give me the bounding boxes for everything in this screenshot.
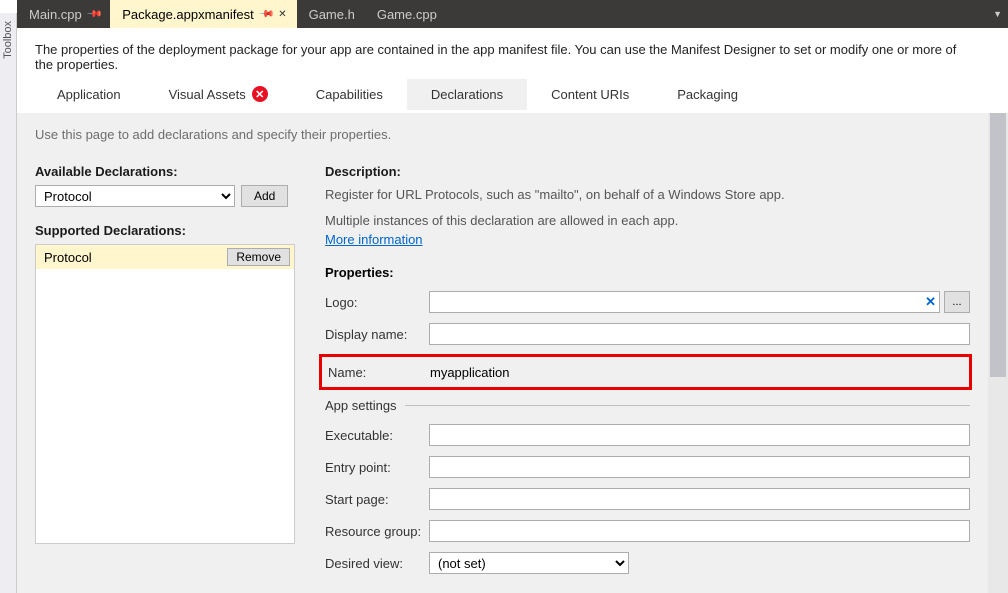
manifest-tab-declarations[interactable]: Declarations bbox=[407, 79, 527, 110]
toolbox-label: Toolbox bbox=[2, 21, 14, 59]
display-name-label: Display name: bbox=[325, 327, 429, 342]
name-label: Name: bbox=[328, 365, 426, 380]
divider-line bbox=[405, 405, 970, 406]
resource-group-label: Resource group: bbox=[325, 524, 429, 539]
supported-declarations-list: Protocol Remove bbox=[35, 244, 295, 544]
scrollbar-thumb[interactable] bbox=[990, 113, 1006, 377]
pin-icon: 📌 bbox=[258, 6, 275, 23]
properties-heading: Properties: bbox=[325, 265, 970, 280]
description-heading: Description: bbox=[325, 164, 970, 179]
manifest-tab-packaging[interactable]: Packaging bbox=[653, 79, 762, 110]
manifest-tab-capabilities[interactable]: Capabilities bbox=[292, 79, 407, 110]
close-icon[interactable]: ✕ bbox=[278, 9, 286, 20]
declarations-page: Use this page to add declarations and sp… bbox=[17, 113, 988, 593]
tab-package-appxmanifest[interactable]: Package.appxmanifest 📌 ✕ bbox=[110, 0, 296, 28]
manifest-tab-application[interactable]: Application bbox=[33, 79, 145, 110]
description-line1: Register for URL Protocols, such as "mai… bbox=[325, 185, 970, 205]
start-page-input[interactable] bbox=[429, 488, 970, 510]
tab-label: Game.h bbox=[309, 7, 355, 22]
page-intro-text: Use this page to add declarations and sp… bbox=[35, 127, 970, 142]
manifest-tab-content-uris[interactable]: Content URIs bbox=[527, 79, 653, 110]
manifest-tab-label: Content URIs bbox=[551, 87, 629, 102]
supported-declarations-heading: Supported Declarations: bbox=[35, 223, 295, 238]
manifest-tab-visual-assets[interactable]: Visual Assets ✕ bbox=[145, 78, 292, 110]
manifest-tab-label: Packaging bbox=[677, 87, 738, 102]
resource-group-input[interactable] bbox=[429, 520, 970, 542]
tab-label: Package.appxmanifest bbox=[122, 7, 254, 22]
manifest-tab-label: Capabilities bbox=[316, 87, 383, 102]
tab-main-cpp[interactable]: Main.cpp 📌 bbox=[17, 0, 110, 28]
browse-button[interactable]: ... bbox=[944, 291, 970, 313]
name-input[interactable] bbox=[426, 361, 967, 383]
tab-game-cpp[interactable]: Game.cpp bbox=[365, 0, 447, 28]
error-icon: ✕ bbox=[252, 86, 268, 102]
tab-game-h[interactable]: Game.h bbox=[297, 0, 365, 28]
desired-view-dropdown[interactable]: (not set) bbox=[429, 552, 629, 574]
manifest-tab-label: Visual Assets bbox=[169, 87, 246, 102]
entry-point-label: Entry point: bbox=[325, 460, 429, 475]
add-button[interactable]: Add bbox=[241, 185, 288, 207]
vertical-scrollbar[interactable] bbox=[988, 113, 1008, 593]
remove-button[interactable]: Remove bbox=[227, 248, 290, 266]
executable-label: Executable: bbox=[325, 428, 429, 443]
desired-view-label: Desired view: bbox=[325, 556, 429, 571]
manifest-tab-strip: Application Visual Assets ✕ Capabilities… bbox=[17, 75, 988, 113]
document-tab-bar: Main.cpp 📌 Package.appxmanifest 📌 ✕ Game… bbox=[17, 0, 1008, 28]
tab-overflow-icon[interactable]: ▼ bbox=[993, 9, 1002, 19]
executable-input[interactable] bbox=[429, 424, 970, 446]
tab-label: Main.cpp bbox=[29, 7, 82, 22]
description-line2: Multiple instances of this declaration a… bbox=[325, 211, 970, 231]
tab-bar-controls: ▼ bbox=[993, 0, 1008, 28]
logo-label: Logo: bbox=[325, 295, 429, 310]
entry-point-input[interactable] bbox=[429, 456, 970, 478]
toolbox-sidebar[interactable]: Toolbox bbox=[0, 13, 17, 593]
more-information-link[interactable]: More information bbox=[325, 232, 423, 247]
manifest-description-text: The properties of the deployment package… bbox=[35, 42, 956, 72]
available-declarations-heading: Available Declarations: bbox=[35, 164, 295, 179]
app-settings-divider-label: App settings bbox=[325, 398, 397, 413]
logo-input[interactable] bbox=[429, 291, 940, 313]
available-declarations-dropdown[interactable]: Protocol bbox=[35, 185, 235, 207]
declarations-right-column: Description: Register for URL Protocols,… bbox=[325, 164, 970, 583]
pin-icon: 📌 bbox=[86, 6, 103, 23]
clear-icon[interactable]: ✕ bbox=[925, 294, 936, 310]
manifest-tab-label: Declarations bbox=[431, 87, 503, 102]
supported-declaration-item[interactable]: Protocol Remove bbox=[36, 245, 294, 269]
declarations-left-column: Available Declarations: Protocol Add Sup… bbox=[35, 164, 295, 583]
display-name-input[interactable] bbox=[429, 323, 970, 345]
supported-declaration-label: Protocol bbox=[44, 250, 92, 265]
start-page-label: Start page: bbox=[325, 492, 429, 507]
manifest-tab-label: Application bbox=[57, 87, 121, 102]
name-row-highlight: Name: bbox=[319, 354, 972, 390]
tab-label: Game.cpp bbox=[377, 7, 437, 22]
